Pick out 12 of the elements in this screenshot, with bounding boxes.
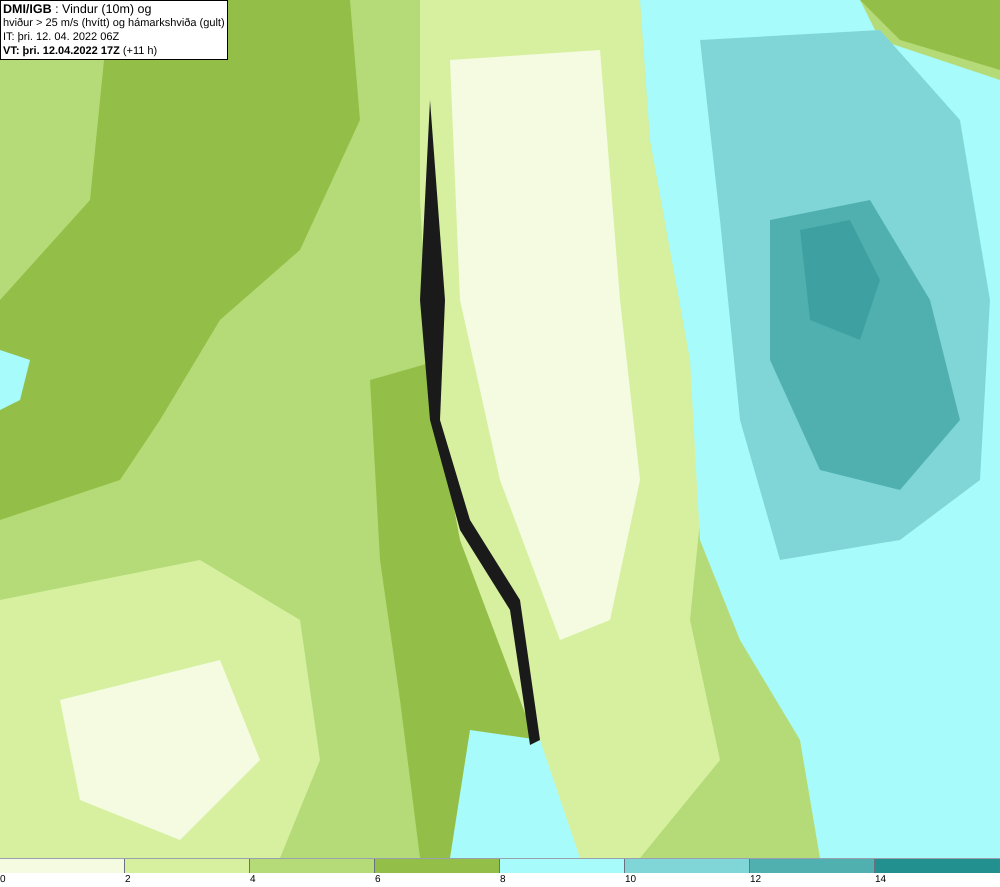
info-line: hviður > 25 m/s (hvítt) og hámarkshviða (gult) [3, 16, 225, 30]
legend-label: 6 [375, 873, 381, 886]
legend-label: 10 [625, 873, 636, 886]
legend-label: 2 [125, 873, 131, 886]
legend-label: 14 [875, 873, 886, 886]
legend-label: 8 [500, 873, 506, 886]
info-line: VT: þri. 12.04.2022 17Z (+11 h) [3, 44, 158, 58]
legend-label: 4 [250, 873, 256, 886]
info-line: DMI/IGB : Vindur (10m) og [3, 2, 152, 16]
info-line: IT: þri. 12. 04. 2022 06Z [3, 30, 120, 44]
legend-label: 0 [0, 873, 6, 886]
legend-label: 12 [750, 873, 762, 886]
